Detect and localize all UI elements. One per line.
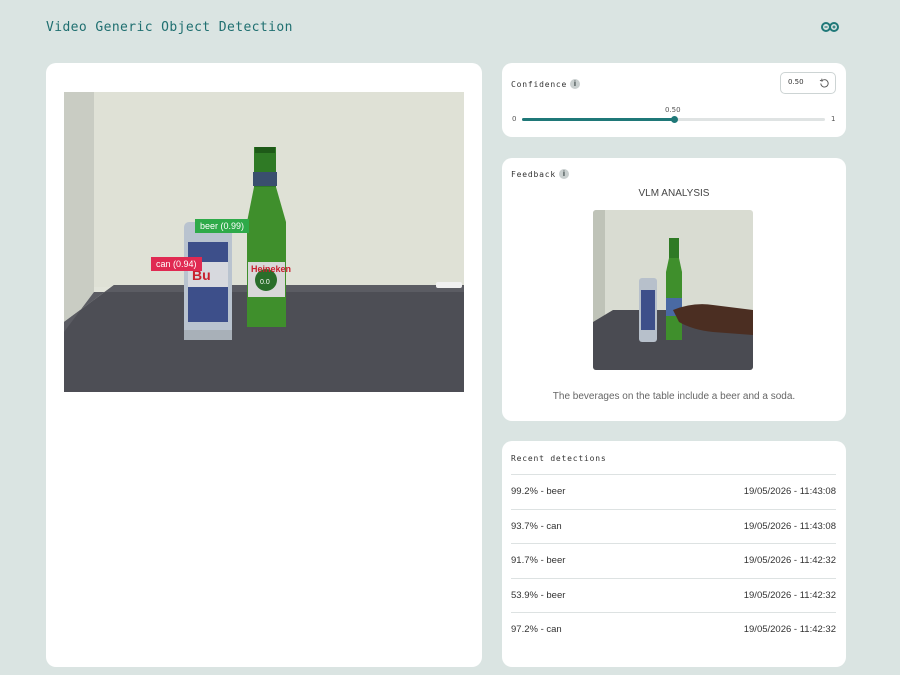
detection-text: 53.9% - beer [511,589,566,601]
detection-text: 97.2% - can [511,624,562,636]
detection-time: 19/05/2026 - 11:43:08 [743,520,836,532]
info-icon[interactable]: i [570,79,580,89]
table-row: 97.2% - can 19/05/2026 - 11:42:32 [511,612,836,647]
vlm-analysis-title: VLM ANALYSIS [638,188,710,199]
slider-thumb[interactable] [670,116,678,123]
detection-time: 19/05/2026 - 11:43:08 [743,486,836,498]
reset-icon[interactable] [819,78,830,89]
detection-text: 91.7% - beer [511,555,566,567]
confidence-panel: Confidence i 0.50 0.50 0 1 [502,63,846,137]
slider-fill [522,118,674,121]
recent-detections-label: Recent detections [511,454,607,463]
table-row: 53.9% - beer 19/05/2026 - 11:42:32 [511,577,836,613]
svg-text:0.0: 0.0 [260,279,270,286]
detection-text: 99.2% - beer [511,486,566,498]
feedback-panel: Feedback i VLM ANALYSIS The beverages on… [502,158,846,421]
video-panel: Bu Heineken 0.0 beer (0.99) can (0.94) [46,63,482,667]
info-icon[interactable]: i [559,169,569,179]
video-feed: Bu Heineken 0.0 beer (0.99) can (0.94) [64,92,464,392]
svg-text:Heineken: Heineken [251,264,291,274]
vlm-analysis-image [593,210,753,370]
feedback-label: Feedback [511,170,556,179]
table-row: 93.7% - can 19/05/2026 - 11:43:08 [511,508,836,544]
confidence-label: Confidence [511,80,568,89]
infinity-logo-icon [821,22,839,32]
table-row: 99.2% - beer 19/05/2026 - 11:43:08 [511,474,836,509]
app-title: Video Generic Object Detection [46,20,293,35]
detection-time: 19/05/2026 - 11:42:32 [743,589,836,601]
detection-label-can: can (0.94) [151,257,202,271]
vlm-analysis-caption: The beverages on the table include a bee… [552,391,796,402]
recent-detections-panel: Recent detections 99.2% - beer 19/05/2026… [502,441,846,667]
slider-max-label: 1 [831,115,836,123]
slider-min-label: 0 [512,115,517,123]
detection-time: 19/05/2026 - 11:42:32 [743,624,836,636]
table-row: 91.7% - beer 19/05/2026 - 11:42:32 [511,543,836,578]
confidence-value: 0.50 [788,78,804,86]
detection-time: 19/05/2026 - 11:42:32 [743,555,836,567]
confidence-value-field[interactable]: 0.50 [780,72,836,94]
recent-detections-list: 99.2% - beer 19/05/2026 - 11:43:08 93.7% -… [511,474,836,647]
detection-label-beer: beer (0.99) [195,219,250,233]
slider-current-value: 0.50 [665,106,681,114]
detection-text: 93.7% - can [511,520,562,532]
confidence-slider[interactable] [522,116,825,123]
